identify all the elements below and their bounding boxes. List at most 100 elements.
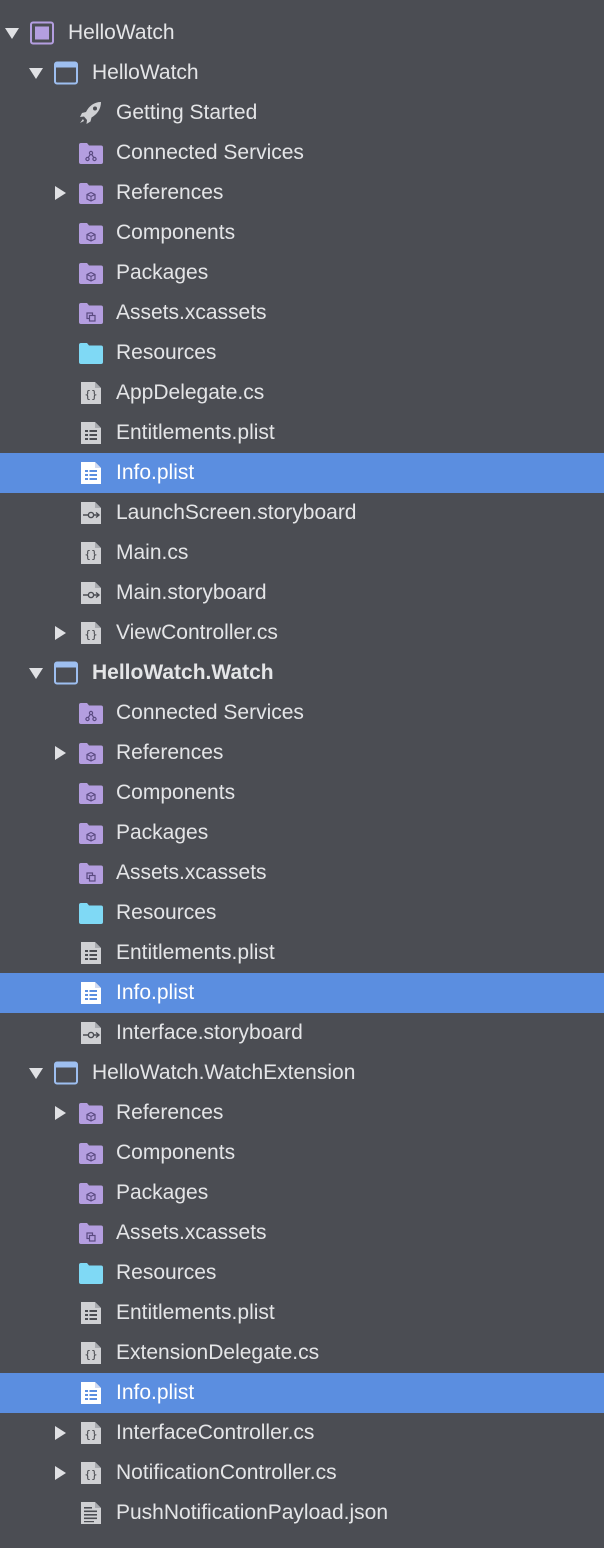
tree-row[interactable]: Getting Started bbox=[0, 93, 604, 133]
packages-folder-icon bbox=[78, 261, 104, 285]
tree-row[interactable]: HelloWatch bbox=[0, 53, 604, 93]
tree-row-label: Resources bbox=[116, 1261, 217, 1284]
tree-row-label: Components bbox=[116, 221, 236, 244]
tree-row[interactable]: Components bbox=[0, 773, 604, 813]
disclosure-collapsed-icon[interactable] bbox=[51, 1413, 69, 1453]
disclosure-expanded-icon[interactable] bbox=[27, 1053, 45, 1093]
connected-services-folder-icon bbox=[78, 141, 104, 165]
tree-row-label: Main.cs bbox=[116, 541, 189, 564]
svg-text:{}: {} bbox=[84, 1468, 97, 1481]
tree-row[interactable]: Assets.xcassets bbox=[0, 293, 604, 333]
assets-folder-icon bbox=[78, 301, 104, 325]
tree-row[interactable]: Entitlements.plist bbox=[0, 413, 604, 453]
tree-row[interactable]: Components bbox=[0, 213, 604, 253]
tree-row[interactable]: {} ViewController.cs bbox=[0, 613, 604, 653]
disclosure-collapsed-icon[interactable] bbox=[51, 1093, 69, 1133]
plist-file-icon bbox=[78, 981, 104, 1005]
tree-row-label: Assets.xcassets bbox=[116, 1221, 267, 1244]
svg-text:{}: {} bbox=[84, 1348, 97, 1361]
tree-row[interactable]: PushNotificationPayload.json bbox=[0, 1493, 604, 1533]
disclosure-expanded-icon[interactable] bbox=[27, 53, 45, 93]
tree-row[interactable]: Entitlements.plist bbox=[0, 933, 604, 973]
tree-row-label: References bbox=[116, 741, 224, 764]
rocket-icon bbox=[78, 101, 104, 125]
plist-file-icon bbox=[78, 941, 104, 965]
tree-row-label: Connected Services bbox=[116, 141, 304, 164]
tree-row[interactable]: Info.plist bbox=[0, 453, 604, 493]
disclosure-expanded-icon[interactable] bbox=[3, 13, 21, 53]
tree-row[interactable]: {} Main.cs bbox=[0, 533, 604, 573]
tree-row[interactable]: References bbox=[0, 733, 604, 773]
disclosure-collapsed-icon[interactable] bbox=[51, 733, 69, 773]
tree-row[interactable]: HelloWatch bbox=[0, 13, 604, 53]
tree-row[interactable]: HelloWatch.WatchExtension bbox=[0, 1053, 604, 1093]
tree-row-label: LaunchScreen.storyboard bbox=[116, 501, 357, 524]
tree-row[interactable]: References bbox=[0, 173, 604, 213]
tree-row[interactable]: References bbox=[0, 1093, 604, 1133]
resources-folder-icon bbox=[78, 901, 104, 925]
tree-row[interactable]: Interface.storyboard bbox=[0, 1013, 604, 1053]
packages-folder-icon bbox=[78, 1181, 104, 1205]
tree-row-label: Interface.storyboard bbox=[116, 1021, 303, 1044]
plist-file-icon bbox=[78, 1381, 104, 1405]
assets-folder-icon bbox=[78, 1221, 104, 1245]
components-folder-icon bbox=[78, 781, 104, 805]
tree-row-label: HelloWatch bbox=[92, 61, 199, 84]
tree-row[interactable]: Resources bbox=[0, 1253, 604, 1293]
tree-row[interactable]: Entitlements.plist bbox=[0, 1293, 604, 1333]
components-folder-icon bbox=[78, 1141, 104, 1165]
tree-row-label: ViewController.cs bbox=[116, 621, 278, 644]
json-file-icon bbox=[78, 1501, 104, 1525]
svg-text:{}: {} bbox=[84, 548, 97, 561]
csharp-file-icon: {} bbox=[78, 621, 104, 645]
components-folder-icon bbox=[78, 221, 104, 245]
tree-row-label: Assets.xcassets bbox=[116, 861, 267, 884]
references-folder-icon bbox=[78, 741, 104, 765]
disclosure-collapsed-icon[interactable] bbox=[51, 1453, 69, 1493]
project-icon bbox=[53, 1061, 79, 1085]
csharp-file-icon: {} bbox=[78, 1341, 104, 1365]
tree-row[interactable]: {} NotificationController.cs bbox=[0, 1453, 604, 1493]
tree-row[interactable]: Packages bbox=[0, 1173, 604, 1213]
tree-row-label: References bbox=[116, 181, 224, 204]
tree-row-label: Assets.xcassets bbox=[116, 301, 267, 324]
tree-row[interactable]: Assets.xcassets bbox=[0, 853, 604, 893]
tree-row-label: Entitlements.plist bbox=[116, 941, 275, 964]
tree-row[interactable]: Packages bbox=[0, 253, 604, 293]
tree-row[interactable]: Info.plist bbox=[0, 1373, 604, 1413]
disclosure-collapsed-icon[interactable] bbox=[51, 613, 69, 653]
tree-row-label: Components bbox=[116, 1141, 236, 1164]
connected-services-folder-icon bbox=[78, 701, 104, 725]
tree-row-label: Entitlements.plist bbox=[116, 1301, 275, 1324]
tree-row[interactable]: {} InterfaceController.cs bbox=[0, 1413, 604, 1453]
tree-row-label: HelloWatch.Watch bbox=[92, 661, 274, 684]
solution-icon bbox=[29, 21, 55, 45]
tree-row[interactable]: Assets.xcassets bbox=[0, 1213, 604, 1253]
tree-row[interactable]: Connected Services bbox=[0, 133, 604, 173]
plist-file-icon bbox=[78, 461, 104, 485]
tree-row[interactable]: HelloWatch.Watch bbox=[0, 653, 604, 693]
tree-row-label: References bbox=[116, 1101, 224, 1124]
tree-row[interactable]: {} ExtensionDelegate.cs bbox=[0, 1333, 604, 1373]
tree-row[interactable]: {} AppDelegate.cs bbox=[0, 373, 604, 413]
tree-row[interactable]: LaunchScreen.storyboard bbox=[0, 493, 604, 533]
tree-row-label: HelloWatch.WatchExtension bbox=[92, 1061, 356, 1084]
tree-row-label: InterfaceController.cs bbox=[116, 1421, 315, 1444]
tree-row-label: Info.plist bbox=[116, 1381, 195, 1404]
tree-row-label: Packages bbox=[116, 261, 209, 284]
tree-row-label: Entitlements.plist bbox=[116, 421, 275, 444]
project-icon bbox=[53, 61, 79, 85]
tree-row[interactable]: Packages bbox=[0, 813, 604, 853]
tree-row[interactable]: Resources bbox=[0, 333, 604, 373]
resources-folder-icon bbox=[78, 341, 104, 365]
tree-row[interactable]: Main.storyboard bbox=[0, 573, 604, 613]
tree-row[interactable]: Info.plist bbox=[0, 973, 604, 1013]
disclosure-expanded-icon[interactable] bbox=[27, 653, 45, 693]
csharp-file-icon: {} bbox=[78, 1461, 104, 1485]
tree-row[interactable]: Resources bbox=[0, 893, 604, 933]
disclosure-collapsed-icon[interactable] bbox=[51, 173, 69, 213]
tree-row-label: Info.plist bbox=[116, 981, 195, 1004]
tree-row-label: Resources bbox=[116, 901, 217, 924]
tree-row[interactable]: Connected Services bbox=[0, 693, 604, 733]
tree-row[interactable]: Components bbox=[0, 1133, 604, 1173]
